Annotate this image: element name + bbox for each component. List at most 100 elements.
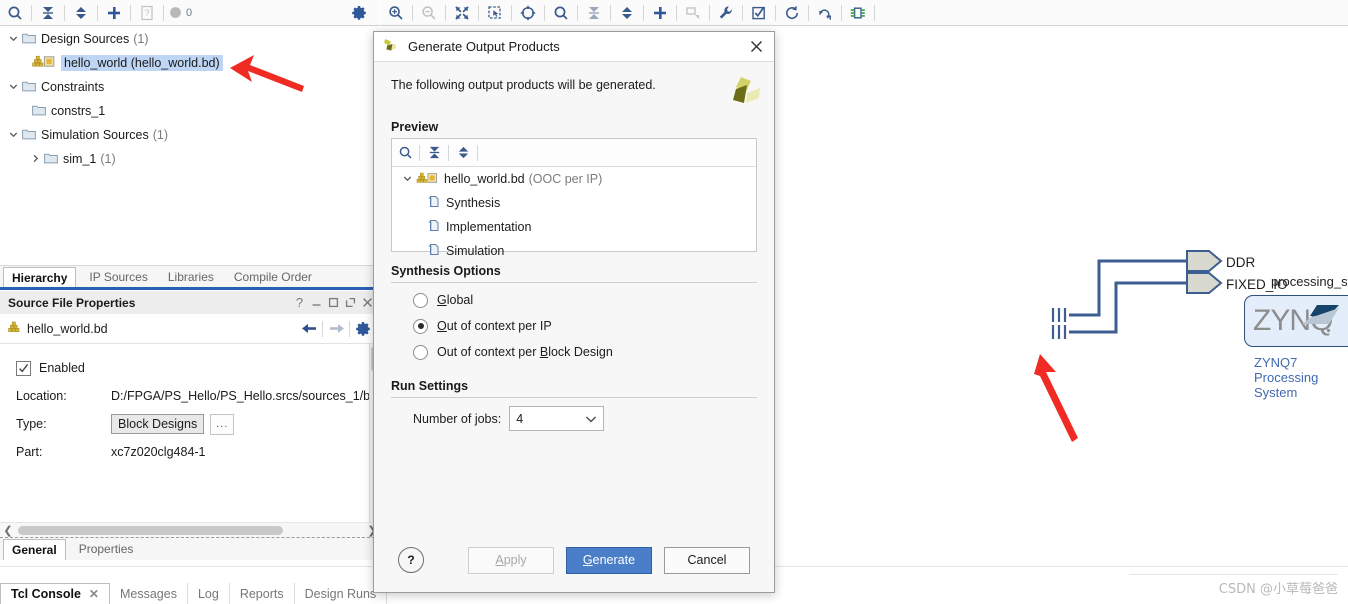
external-port-ddr[interactable]: DDR: [1226, 255, 1255, 270]
dialog-titlebar[interactable]: Generate Output Products: [374, 32, 774, 62]
regenerate-layout-icon[interactable]: [810, 1, 840, 25]
tree-node-constrs-1[interactable]: constrs_1: [0, 99, 380, 123]
expand-all-icon[interactable]: [450, 142, 476, 164]
tab-ip-sources[interactable]: IP Sources: [79, 266, 157, 287]
minimize-icon[interactable]: [308, 294, 325, 312]
zoom-in-icon[interactable]: [381, 1, 411, 25]
folder-icon: [22, 128, 36, 143]
scrollbar-track[interactable]: [16, 525, 364, 535]
close-icon[interactable]: ✕: [89, 587, 99, 601]
part-row: Part: xc7z020clg484-1: [0, 438, 380, 466]
type-browse-button[interactable]: ...: [210, 413, 235, 435]
radio-indicator[interactable]: [413, 292, 428, 308]
add-sources-icon[interactable]: [99, 1, 129, 25]
tab-properties[interactable]: Properties: [69, 538, 144, 560]
radio-out-of-context-per-block-design[interactable]: Out of context per Block Design: [391, 339, 757, 365]
tab-reports[interactable]: Reports: [230, 583, 295, 604]
scroll-left-icon[interactable]: ❮: [0, 524, 16, 537]
center-view-icon[interactable]: [513, 1, 543, 25]
dialog-intro: The following output products will be ge…: [374, 62, 774, 120]
tab-messages[interactable]: Messages: [110, 583, 188, 604]
block-design-icon: [8, 321, 21, 336]
number-of-jobs-row: Number of jobs: 4: [391, 406, 757, 431]
preview-item-simulation[interactable]: Simulation: [392, 239, 756, 263]
preview-item-implementation[interactable]: Implementation: [392, 215, 756, 239]
block-design-icon: [32, 55, 56, 71]
generate-button[interactable]: Generate: [566, 546, 652, 574]
run-settings-section: Run Settings Number of jobs: 4: [391, 379, 757, 431]
vivado-banner-logo-icon: [718, 76, 760, 117]
tree-node-constraints[interactable]: Constraints: [0, 75, 380, 99]
expand-all-icon[interactable]: [66, 1, 96, 25]
chevron-right-icon[interactable]: [28, 154, 42, 165]
toolbar-separator: [643, 4, 644, 21]
external-port-fixed-io[interactable]: FIXED_IO: [1226, 277, 1288, 292]
scrollbar-thumb[interactable]: [18, 525, 283, 535]
cancel-button[interactable]: Cancel: [664, 546, 750, 574]
settings-wrench-icon[interactable]: [711, 1, 741, 25]
tab-libraries[interactable]: Libraries: [158, 266, 224, 287]
add-ip-icon[interactable]: [645, 1, 675, 25]
number-of-jobs-value: 4: [516, 411, 524, 426]
tab-general[interactable]: General: [3, 539, 66, 560]
gear-icon[interactable]: [344, 1, 374, 25]
radio-indicator[interactable]: [413, 318, 428, 334]
generate-output-products-dialog[interactable]: Generate Output Products The following o…: [373, 31, 775, 593]
search-icon[interactable]: [392, 142, 418, 164]
processing-system-block[interactable]: ZYNQ DDR + FIXED_IO +: [1244, 295, 1348, 347]
help-button[interactable]: ?: [398, 547, 424, 573]
zoom-fit-icon[interactable]: [447, 1, 477, 25]
float-icon[interactable]: [342, 294, 359, 312]
toolbar-separator: [775, 4, 776, 21]
chevron-down-icon[interactable]: [585, 412, 597, 426]
validate-design-icon[interactable]: [744, 1, 774, 25]
back-arrow-icon[interactable]: [296, 322, 322, 335]
help-icon[interactable]: ?: [291, 294, 308, 312]
enabled-label: Enabled: [39, 361, 85, 375]
toolbar-separator: [874, 4, 875, 21]
zoom-area-icon[interactable]: [480, 1, 510, 25]
enabled-checkbox[interactable]: [16, 360, 31, 376]
optimize-routing-icon[interactable]: [843, 1, 873, 25]
collapse-all-icon[interactable]: [421, 142, 447, 164]
radio-global[interactable]: Global: [391, 287, 757, 313]
tab-tcl-console[interactable]: Tcl Console ✕: [0, 583, 110, 604]
collapse-all-icon[interactable]: [33, 1, 63, 25]
tree-node-simulation-sources[interactable]: Simulation Sources (1): [0, 123, 380, 147]
sources-tree: Design Sources (1) hello_world (hello_wo…: [0, 27, 380, 265]
tab-label: IP Sources: [89, 269, 148, 284]
number-of-jobs-select[interactable]: 4: [509, 406, 605, 431]
collapse-all-icon[interactable]: [579, 1, 609, 25]
chevron-down-icon[interactable]: [400, 174, 414, 185]
preview-tree-root[interactable]: hello_world.bd (OOC per IP): [392, 167, 756, 191]
tree-node-hello-world-bd[interactable]: hello_world (hello_world.bd): [0, 51, 380, 75]
chevron-down-icon[interactable]: [6, 34, 20, 45]
folder-icon: [22, 80, 36, 95]
tab-compile-order[interactable]: Compile Order: [224, 266, 322, 287]
tree-node-design-sources[interactable]: Design Sources (1): [0, 27, 380, 51]
tab-label: Hierarchy: [12, 270, 68, 285]
chevron-down-icon[interactable]: [6, 130, 20, 141]
tree-node-sim-1[interactable]: sim_1 (1): [0, 147, 380, 171]
type-key: Type:: [16, 417, 47, 431]
toolbar-separator: [709, 4, 710, 21]
close-icon[interactable]: [744, 35, 768, 59]
watermark-divider: [1129, 574, 1338, 575]
tab-log[interactable]: Log: [188, 583, 230, 604]
refresh-icon[interactable]: [777, 1, 807, 25]
tab-label: Properties: [78, 542, 134, 556]
radio-indicator[interactable]: [413, 344, 428, 360]
properties-horizontal-scrollbar[interactable]: ❮ ❯: [0, 522, 380, 537]
type-value[interactable]: Block Designs: [111, 414, 205, 434]
search-icon[interactable]: [546, 1, 576, 25]
preview-item-synthesis[interactable]: Synthesis: [392, 191, 756, 215]
properties-file-name: hello_world.bd: [27, 321, 108, 336]
button-label: Apply: [495, 553, 527, 567]
expand-all-icon[interactable]: [612, 1, 642, 25]
search-icon[interactable]: [0, 1, 30, 25]
radio-out-of-context-per-ip[interactable]: Out of context per IP: [391, 313, 757, 339]
properties-panel-header: Source File Properties ?: [0, 290, 380, 314]
chevron-down-icon[interactable]: [6, 82, 20, 93]
tab-hierarchy[interactable]: Hierarchy: [3, 267, 77, 287]
maximize-icon[interactable]: [325, 294, 342, 312]
